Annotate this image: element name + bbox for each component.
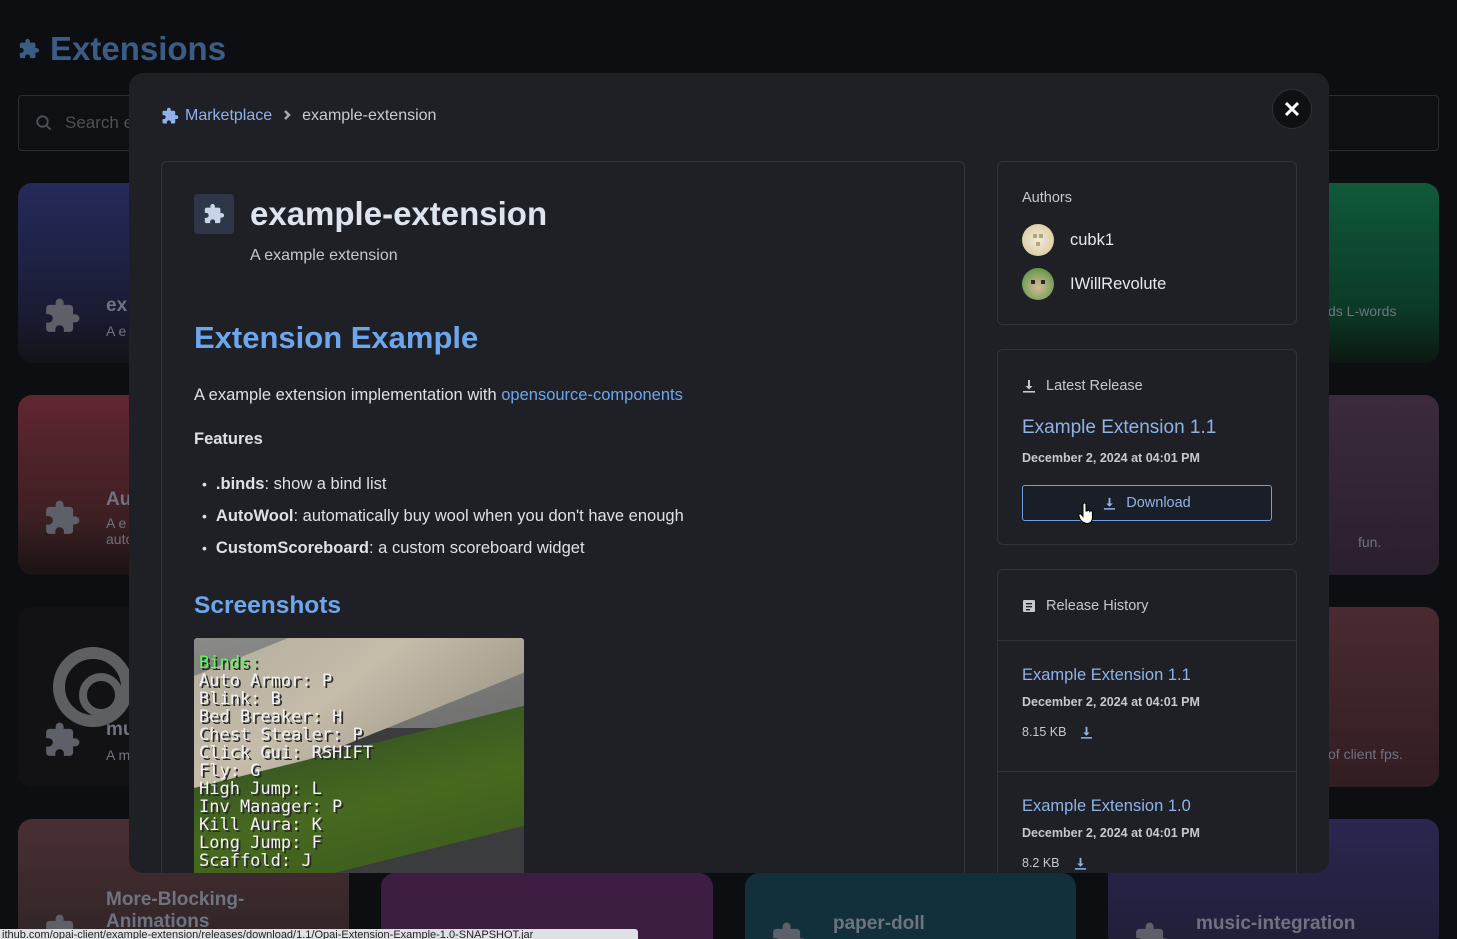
screenshots-heading: Screenshots xyxy=(194,592,342,619)
latest-release-card: Latest Release Example Extension 1.1 Dec… xyxy=(997,349,1297,545)
download-button[interactable]: Download xyxy=(1022,485,1272,521)
avatar xyxy=(1022,224,1054,256)
release-size: 8.15 KB xyxy=(1022,725,1067,739)
release-item: Example Extension 1.0 December 2, 2024 a… xyxy=(1022,797,1282,870)
extension-icon xyxy=(194,194,234,234)
latest-release-date: December 2, 2024 at 04:01 PM xyxy=(1022,451,1200,465)
chevron-right-icon xyxy=(282,107,292,125)
screenshot-image: Binds: Auto Armor: P Blink: B Bed Breake… xyxy=(194,638,524,873)
breadcrumb-marketplace-link[interactable]: Marketplace xyxy=(161,107,272,125)
puzzle-icon xyxy=(162,107,179,124)
download-icon xyxy=(1023,380,1035,393)
extension-details-panel: example-extension A example extension Ex… xyxy=(161,161,965,873)
list-item: AutoWool: automatically buy wool when yo… xyxy=(202,500,684,532)
opensource-components-link[interactable]: opensource-components xyxy=(501,386,683,404)
close-button[interactable] xyxy=(1272,89,1312,129)
breadcrumb: Marketplace example-extension xyxy=(161,107,436,125)
release-name[interactable]: Example Extension 1.0 xyxy=(1022,797,1282,816)
release-item: Example Extension 1.1 December 2, 2024 a… xyxy=(1022,666,1282,739)
card-description: A e xyxy=(106,323,127,339)
list-item: CustomScoreboard: a custom scoreboard wi… xyxy=(202,532,684,564)
puzzle-icon xyxy=(773,922,805,939)
card-title: paper-doll xyxy=(833,913,925,934)
avatar xyxy=(1022,268,1054,300)
author-item[interactable]: IWillRevolute xyxy=(1022,268,1166,300)
card-description: A m xyxy=(106,747,131,763)
features-list: .binds: show a bind list AutoWool: autom… xyxy=(202,468,684,564)
release-history-header: Release History xyxy=(1022,598,1148,614)
features-heading: Features xyxy=(194,430,263,448)
authors-label: Authors xyxy=(1022,190,1072,206)
download-icon[interactable] xyxy=(1080,726,1093,739)
card-description: fun. xyxy=(1358,534,1382,550)
mouse-cursor-icon xyxy=(1078,503,1093,525)
extension-description: A example extension xyxy=(250,247,398,264)
download-icon xyxy=(1104,497,1116,510)
readme-intro: A example extension implementation with … xyxy=(194,386,683,404)
release-date: December 2, 2024 at 04:01 PM xyxy=(1022,695,1200,709)
puzzle-icon xyxy=(204,203,225,224)
latest-release-header: Latest Release xyxy=(1022,378,1143,394)
list-item: .binds: show a bind list xyxy=(202,468,684,500)
document-icon xyxy=(1023,600,1035,612)
page-title: Extensions xyxy=(18,30,226,68)
chrome-logo xyxy=(53,647,133,727)
extension-card[interactable]: paper-doll xyxy=(745,873,1076,939)
card-title: More-Blocking- Animations xyxy=(106,889,245,932)
card-title: Au xyxy=(106,489,132,510)
extension-modal: Marketplace example-extension example-ex… xyxy=(129,73,1329,873)
puzzle-icon xyxy=(19,38,40,59)
download-icon[interactable] xyxy=(1074,857,1087,870)
release-size: 8.2 KB xyxy=(1022,856,1060,870)
extension-name: example-extension xyxy=(250,195,548,232)
readme-heading: Extension Example xyxy=(194,320,479,355)
screenshot-bind-list: Binds: Auto Armor: P Blink: B Bed Breake… xyxy=(199,653,373,871)
puzzle-icon xyxy=(46,298,80,332)
latest-release-name[interactable]: Example Extension 1.1 xyxy=(1022,417,1216,439)
authors-card: Authors cubk1 IWillRevolute xyxy=(997,161,1297,325)
release-name[interactable]: Example Extension 1.1 xyxy=(1022,666,1282,685)
search-icon xyxy=(36,115,52,131)
puzzle-icon xyxy=(46,500,80,534)
card-title: ex xyxy=(106,295,128,316)
release-history-card: Release History Example Extension 1.1 De… xyxy=(997,569,1297,873)
puzzle-icon xyxy=(46,722,80,756)
breadcrumb-current: example-extension xyxy=(302,107,437,124)
author-item[interactable]: cubk1 xyxy=(1022,224,1114,256)
card-description: of client fps. xyxy=(1328,746,1403,762)
close-icon xyxy=(1285,102,1299,116)
status-bar-url: ithub.com/opai-client/example-extension/… xyxy=(0,929,638,939)
release-date: December 2, 2024 at 04:01 PM xyxy=(1022,826,1200,840)
card-description: ds L-words xyxy=(1328,303,1397,319)
puzzle-icon xyxy=(1136,922,1168,939)
card-title: music-integration xyxy=(1196,913,1356,934)
